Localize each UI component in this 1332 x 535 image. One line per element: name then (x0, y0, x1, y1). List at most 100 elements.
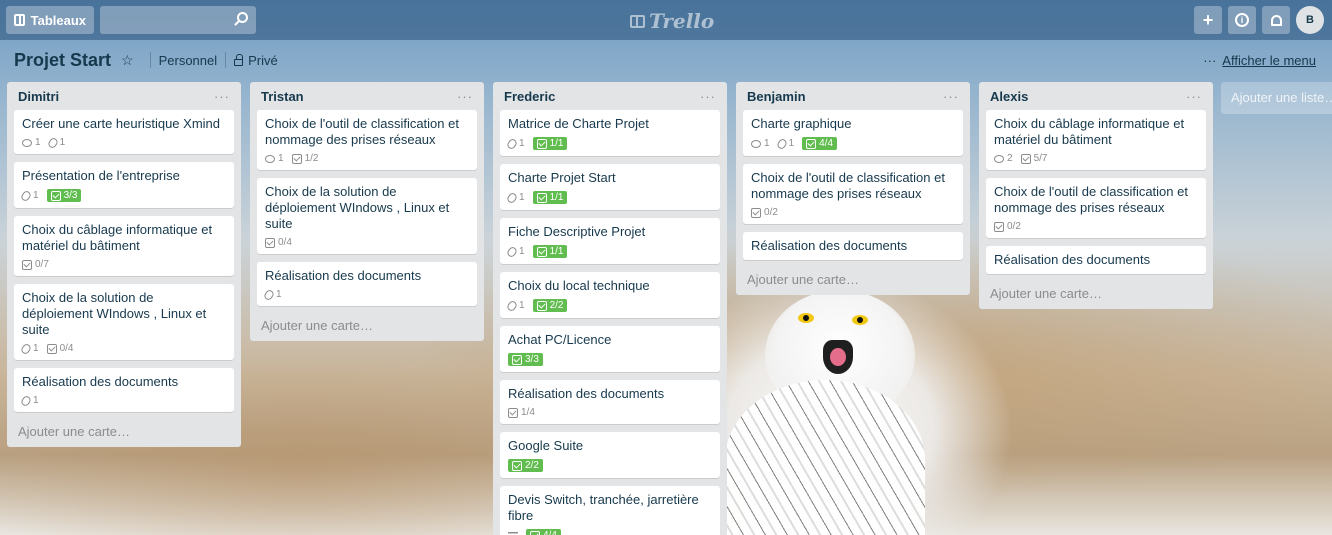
card[interactable]: Choix du câblage informatique et matérie… (986, 110, 1206, 170)
checklist-badge: 4/4 (526, 529, 561, 535)
list-menu-icon[interactable]: ··· (457, 89, 473, 104)
card-title: Choix de l'outil de classification et no… (265, 116, 459, 147)
description-badge (508, 531, 518, 535)
list-title[interactable]: Benjamin (747, 89, 806, 104)
boards-button[interactable]: Tableaux (6, 6, 94, 34)
add-card-button[interactable]: Ajouter une carte… (743, 268, 963, 287)
card-title: Présentation de l'entreprise (22, 168, 180, 183)
card[interactable]: Google Suite 2/2 (500, 432, 720, 478)
search-input[interactable] (100, 6, 256, 34)
card[interactable]: Choix du câblage informatique et matérie… (14, 216, 234, 276)
card-title: Choix de la solution de déploiement WInd… (265, 184, 450, 231)
attachments-badge: 1 (19, 189, 39, 202)
checklist-badge: 3/3 (46, 189, 82, 202)
attachment-icon (505, 299, 519, 312)
avatar[interactable]: B (1296, 6, 1324, 34)
card[interactable]: Choix de l'outil de classification et no… (986, 178, 1206, 238)
add-list-button[interactable]: Ajouter une liste… (1221, 82, 1332, 114)
checklist-icon (536, 246, 547, 257)
card[interactable]: Matrice de Charte Projet 1 1/1 (500, 110, 720, 156)
list-benjamin: Benjamin ··· Charte graphique 1 1 4/4 Choix de… (736, 82, 970, 295)
more-icon: ··· (1203, 53, 1217, 68)
checklist-count: 5/7 (1033, 153, 1048, 164)
checklist-count: 0/2 (1007, 221, 1021, 232)
notifications-button[interactable] (1262, 6, 1290, 34)
add-card-button[interactable]: Ajouter une carte… (986, 282, 1206, 301)
checklist-badge: 0/4 (46, 343, 73, 354)
list-title[interactable]: Frederic (504, 89, 555, 104)
card-badges: 4/4 (508, 529, 712, 535)
card[interactable]: Réalisation des documents 1 (257, 262, 477, 306)
card[interactable]: Choix de la solution de déploiement WInd… (257, 178, 477, 254)
add-card-button[interactable]: Ajouter une carte… (257, 314, 477, 333)
add-button[interactable]: + (1194, 6, 1222, 34)
checklist-icon (1020, 153, 1031, 164)
attachment-icon (19, 342, 33, 355)
list-menu-icon[interactable]: ··· (700, 89, 716, 104)
card[interactable]: Réalisation des documents (743, 232, 963, 260)
card[interactable]: Présentation de l'entreprise 1 3/3 (14, 162, 234, 208)
card[interactable]: Réalisation des documents 1/4 (500, 380, 720, 424)
checklist-count: 3/3 (525, 354, 539, 365)
card-title: Choix de l'outil de classification et no… (994, 184, 1188, 215)
attachments-count: 1 (519, 192, 525, 203)
info-button[interactable]: i (1228, 6, 1256, 34)
show-menu-link[interactable]: ··· Afficher le menu (1203, 53, 1316, 68)
list-tristan: Tristan ··· Choix de l'outil de classifica… (250, 82, 484, 341)
card[interactable]: Réalisation des documents 1 (14, 368, 234, 412)
description-icon (508, 531, 518, 535)
card[interactable]: Achat PC/Licence 3/3 (500, 326, 720, 372)
list-title[interactable]: Dimitri (18, 89, 59, 104)
card[interactable]: Fiche Descriptive Projet 1 1/1 (500, 218, 720, 264)
search-box (100, 6, 256, 34)
card-title: Réalisation des documents (508, 386, 665, 401)
attachments-count: 1 (33, 343, 39, 354)
checklist-count: 1/4 (521, 407, 535, 418)
card-title: Choix de la solution de déploiement WInd… (22, 290, 207, 337)
card-badges: 1 1/2 (265, 153, 469, 164)
card-badges: 2/2 (508, 459, 712, 472)
checklist-icon (536, 192, 547, 203)
list-header: Tristan ··· (257, 82, 477, 110)
info-icon: i (1235, 13, 1249, 27)
plus-icon: + (1202, 9, 1214, 30)
attachments-badge: 1 (505, 299, 525, 312)
list-menu-icon[interactable]: ··· (943, 89, 959, 104)
add-card-button[interactable]: Ajouter une carte… (14, 420, 234, 439)
card-badges: 1 (19, 394, 226, 407)
attachment-icon (505, 137, 519, 150)
list-menu-icon[interactable]: ··· (214, 89, 230, 104)
card[interactable]: Choix de l'outil de classification et no… (743, 164, 963, 224)
card[interactable]: Devis Switch, tranchée, jarretière fibre… (500, 486, 720, 535)
card-title: Charte Projet Start (508, 170, 616, 185)
card[interactable]: Choix de la solution de déploiement WInd… (14, 284, 234, 360)
checklist-count: 1/1 (549, 192, 564, 203)
search-icon[interactable] (237, 12, 248, 23)
checklist-icon (994, 221, 1004, 232)
card[interactable]: Charte Projet Start 1 1/1 (500, 164, 720, 210)
card-title: Réalisation des documents (751, 238, 908, 253)
attachment-icon (19, 394, 33, 407)
card-title: Réalisation des documents (265, 268, 422, 283)
checklist-icon (530, 530, 540, 535)
board-title[interactable]: Projet Start (14, 50, 111, 71)
attachments-count: 1 (519, 246, 525, 257)
star-icon[interactable]: ☆ (121, 52, 134, 69)
list-title[interactable]: Alexis (990, 89, 1028, 104)
card[interactable]: Charte graphique 1 1 4/4 (743, 110, 963, 156)
list-menu-icon[interactable]: ··· (1186, 89, 1202, 104)
visibility-button[interactable]: Privé (248, 53, 278, 68)
checklist-count: 1/2 (304, 153, 319, 164)
card[interactable]: Choix de l'outil de classification et no… (257, 110, 477, 170)
card-badges: 2 5/7 (994, 153, 1198, 164)
attachment-icon (505, 245, 519, 258)
card[interactable]: Choix du local technique 1 2/2 (500, 272, 720, 318)
list-frederic: Frederic ··· Matrice de Charte Projet 1 1/1 C… (493, 82, 727, 535)
owl-beak-image (823, 340, 853, 374)
card[interactable]: Réalisation des documents (986, 246, 1206, 274)
list-title[interactable]: Tristan (261, 89, 304, 104)
trello-logo[interactable]: Trello (630, 9, 714, 33)
team-button[interactable]: Personnel (159, 53, 218, 68)
card[interactable]: Créer une carte heuristique Xmind 1 1 (14, 110, 234, 154)
comment-icon (265, 154, 275, 163)
